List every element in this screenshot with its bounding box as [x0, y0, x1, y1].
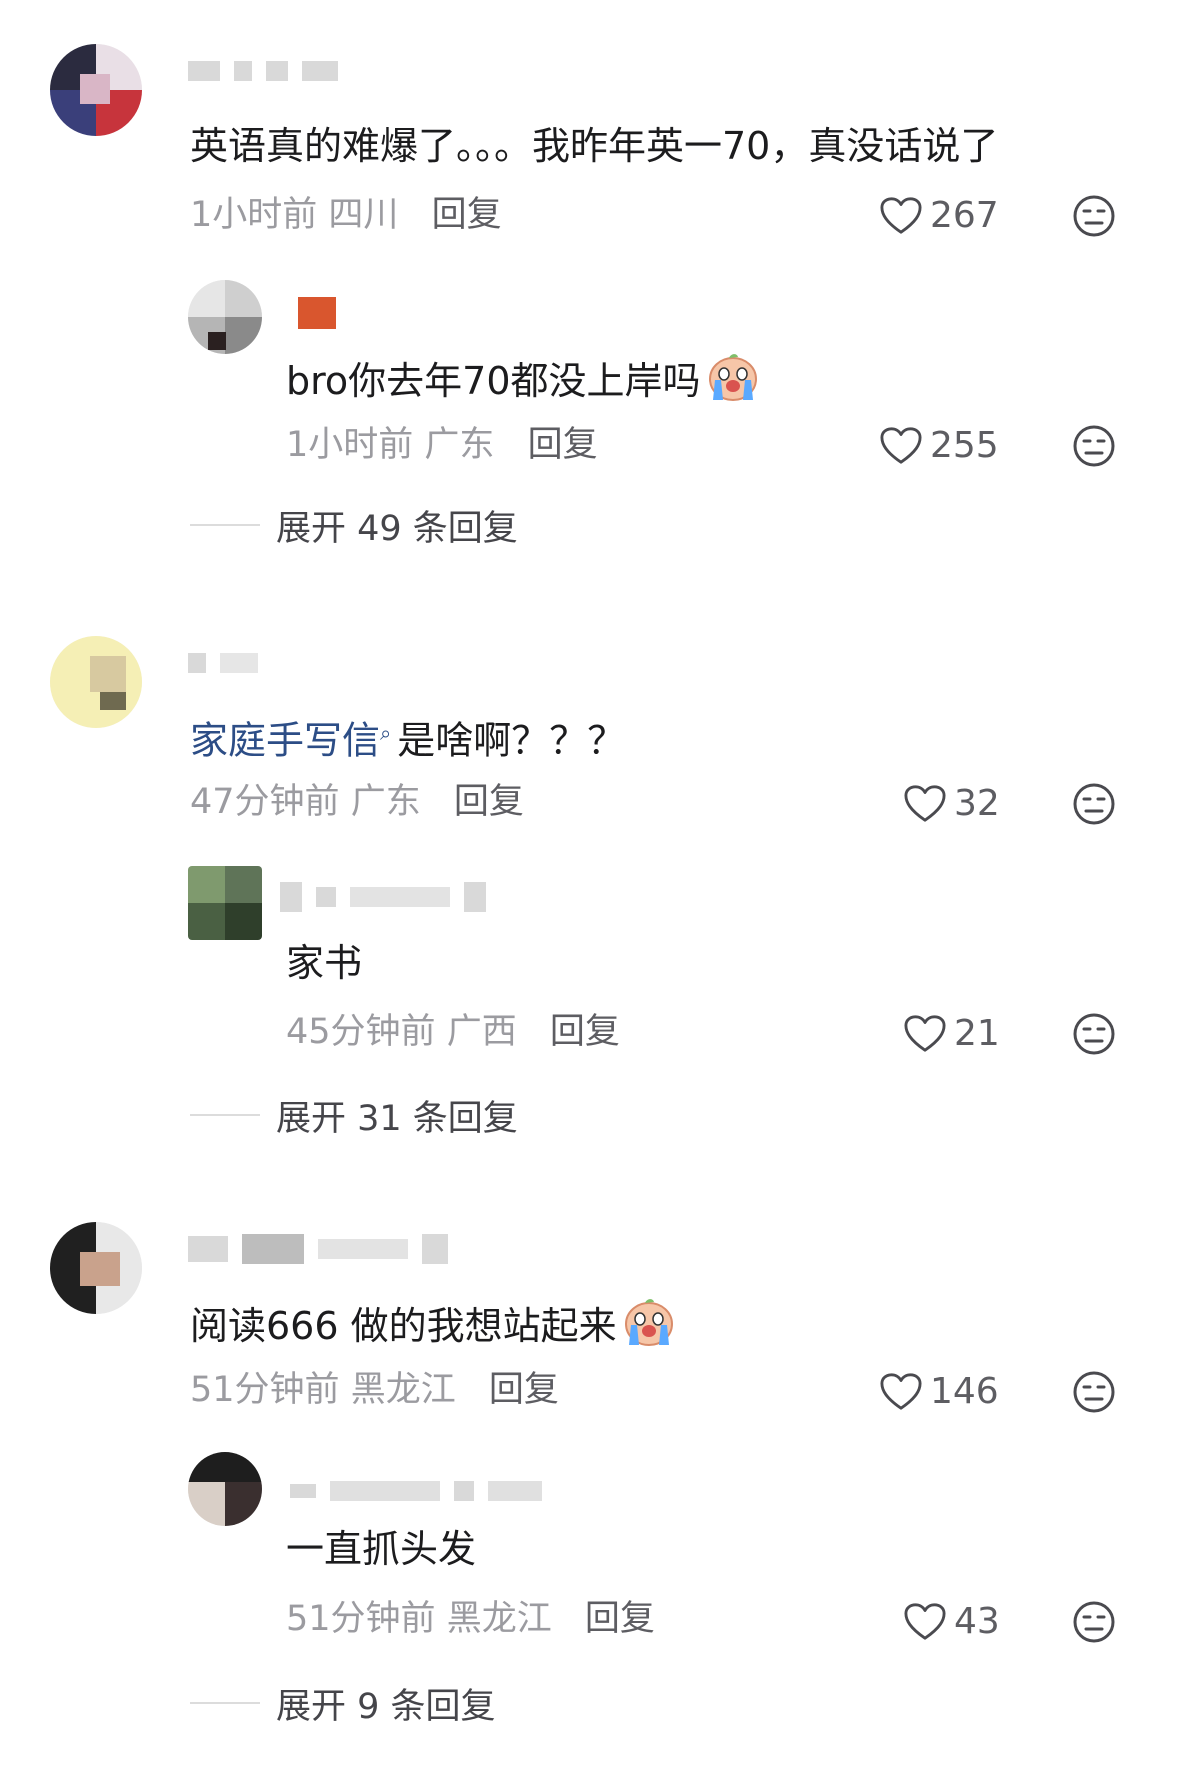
unamused-face-icon[interactable]	[1072, 1012, 1116, 1056]
avatar[interactable]	[188, 280, 262, 354]
like-button[interactable]: 43	[904, 1598, 1000, 1646]
reply-location: 广西	[446, 1012, 517, 1052]
expand-replies-button[interactable]: 展开 9 条回复	[190, 1681, 496, 1727]
unamused-face-icon[interactable]	[1072, 1600, 1116, 1644]
unamused-face-icon[interactable]	[1072, 194, 1116, 238]
comment-location: 广东	[350, 782, 421, 822]
avatar[interactable]	[188, 866, 262, 940]
reply-button[interactable]: 回复	[528, 425, 598, 465]
reply-text: 家书	[286, 941, 363, 985]
comment-time: 51分钟前	[190, 1370, 340, 1410]
expand-replies-label: 展开 49 条回复	[276, 508, 518, 549]
reply-button[interactable]: 回复	[489, 1370, 559, 1410]
expand-replies-label: 展开 9 条回复	[276, 1686, 496, 1727]
avatar[interactable]	[50, 1222, 142, 1314]
expand-replies-button[interactable]: 展开 49 条回复	[190, 503, 518, 549]
reply-meta: 45分钟前 广西 回复	[286, 1010, 620, 1054]
username-blurred[interactable]	[188, 54, 338, 88]
avatar[interactable]	[50, 44, 142, 136]
heart-outline-icon	[880, 426, 922, 466]
reply-button[interactable]: 回复	[432, 195, 502, 235]
avatar[interactable]	[188, 1452, 262, 1526]
reply-time: 51分钟前	[286, 1599, 436, 1639]
reply-button[interactable]: 回复	[550, 1012, 620, 1052]
reply-meta: 1小时前 广东 回复	[286, 423, 598, 467]
like-count: 32	[954, 783, 1000, 824]
crying-emoji-icon	[707, 352, 759, 402]
topic-link[interactable]: 家庭手写信	[190, 719, 380, 763]
username-blurred[interactable]	[298, 296, 336, 330]
username-blurred[interactable]	[188, 646, 258, 680]
heart-outline-icon	[904, 1602, 946, 1642]
avatar[interactable]	[50, 636, 142, 728]
reply-text: bro你去年70都没上岸吗	[286, 352, 759, 404]
reply-button[interactable]: 回复	[585, 1599, 655, 1639]
comment-meta: 1小时前 四川 回复	[190, 193, 502, 237]
comment-text: 阅读666 做的我想站起来	[190, 1297, 675, 1349]
comment-location: 黑龙江	[350, 1370, 456, 1410]
reply-location: 黑龙江	[446, 1599, 552, 1639]
reply-time: 1小时前	[286, 425, 414, 465]
divider-line	[190, 1702, 260, 1704]
like-button[interactable]: 21	[904, 1010, 1000, 1058]
like-button[interactable]: 146	[880, 1368, 999, 1416]
divider-line	[190, 1114, 260, 1116]
heart-outline-icon	[880, 196, 922, 236]
comment-text: 家庭手写信⌕ 是啥啊？？？	[190, 718, 626, 763]
expand-replies-label: 展开 31 条回复	[276, 1098, 518, 1139]
reply-button[interactable]: 回复	[454, 782, 524, 822]
comment-meta: 47分钟前 广东 回复	[190, 780, 524, 824]
comment-time: 1小时前	[190, 195, 318, 235]
comment-time: 47分钟前	[190, 782, 340, 822]
username-blurred[interactable]	[290, 1474, 542, 1508]
unamused-face-icon[interactable]	[1072, 1370, 1116, 1414]
reply-meta: 51分钟前 黑龙江 回复	[286, 1597, 655, 1641]
divider-line	[190, 524, 260, 526]
unamused-face-icon[interactable]	[1072, 782, 1116, 826]
heart-outline-icon	[904, 1014, 946, 1054]
reply-location: 广东	[424, 425, 495, 465]
like-count: 43	[954, 1601, 1000, 1642]
comment-text: 英语真的难爆了。。。我昨年英一70，真没话说了	[190, 124, 999, 168]
comment-location: 四川	[328, 195, 399, 235]
like-button[interactable]: 255	[880, 422, 999, 470]
like-count: 146	[930, 1371, 999, 1412]
unamused-face-icon[interactable]	[1072, 424, 1116, 468]
expand-replies-button[interactable]: 展开 31 条回复	[190, 1093, 518, 1139]
heart-outline-icon	[880, 1372, 922, 1412]
username-blurred[interactable]	[280, 880, 486, 914]
reply-time: 45分钟前	[286, 1012, 436, 1052]
search-icon[interactable]: ⌕	[380, 721, 391, 745]
like-count: 255	[930, 425, 999, 466]
reply-text: 一直抓头发	[286, 1527, 477, 1571]
comment-meta: 51分钟前 黑龙江 回复	[190, 1368, 559, 1412]
like-count: 267	[930, 195, 999, 236]
heart-outline-icon	[904, 784, 946, 824]
like-count: 21	[954, 1013, 1000, 1054]
like-button[interactable]: 267	[880, 192, 999, 240]
like-button[interactable]: 32	[904, 780, 1000, 828]
username-blurred[interactable]	[188, 1232, 448, 1266]
crying-emoji-icon	[623, 1297, 675, 1347]
